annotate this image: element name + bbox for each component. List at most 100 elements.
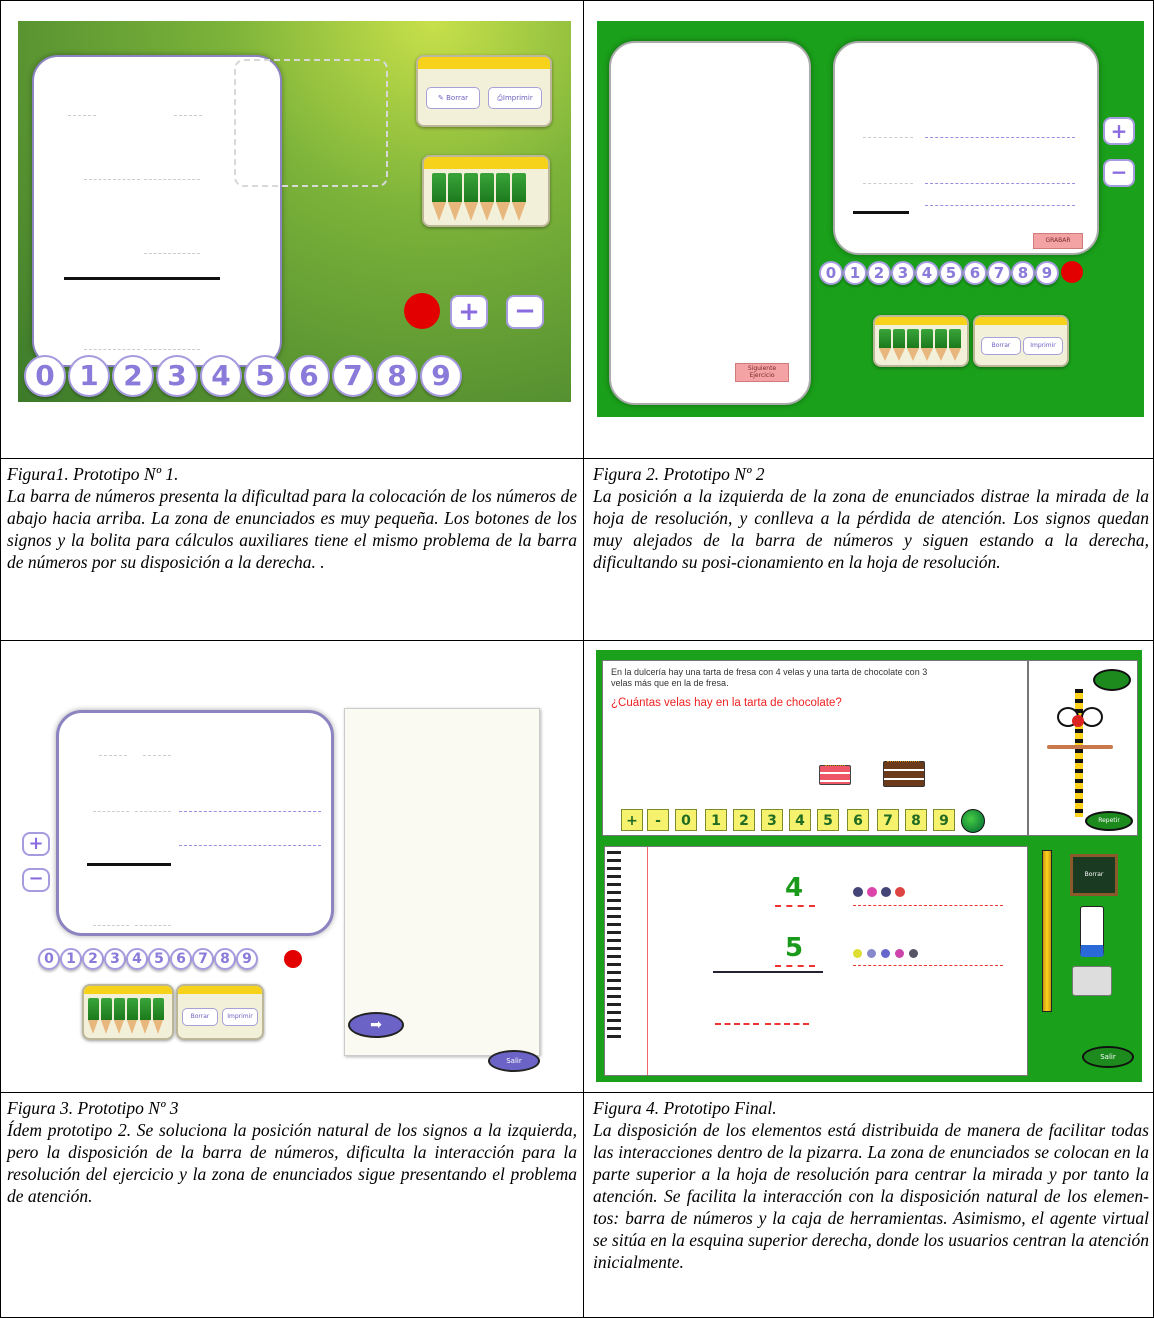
figure-3-caption: Figura 3. Prototipo Nº 3 Ídem prototipo … xyxy=(7,1097,577,1207)
number-3[interactable]: 3 xyxy=(156,355,198,397)
tool-panel: Borrar Imprimir xyxy=(176,984,264,1040)
next-arrow-button[interactable]: ➡ xyxy=(348,1012,404,1038)
number-2[interactable]: 2 xyxy=(867,261,891,285)
imprimir-button[interactable]: Imprimir xyxy=(1023,337,1063,355)
column-divider xyxy=(583,0,584,1318)
keypad: + - 0 1 2 3 4 5 6 7 8 9 xyxy=(621,809,1021,833)
figure-2-text: La posición a la izquierda de la zona de… xyxy=(593,486,1149,572)
speaker-button[interactable] xyxy=(1093,669,1131,691)
key-4[interactable]: 4 xyxy=(789,809,811,831)
number-4[interactable]: 4 xyxy=(200,355,242,397)
key-6[interactable]: 6 xyxy=(847,809,869,831)
right-arrow-icon: ➡ xyxy=(370,1017,382,1033)
number-5[interactable]: 5 xyxy=(244,355,286,397)
imprimir-button[interactable]: ⎙Imprimir xyxy=(488,87,542,109)
pencils-icon[interactable] xyxy=(432,173,526,221)
borrar-button[interactable]: Borrar xyxy=(981,337,1021,355)
pencils-icon[interactable] xyxy=(88,998,164,1034)
number-1[interactable]: 1 xyxy=(60,948,82,970)
agent-eyes-icon xyxy=(1057,707,1103,727)
plus-button[interactable]: + xyxy=(450,295,488,329)
operand-1: 4 xyxy=(785,873,804,903)
number-bar: 0 1 2 3 4 5 6 7 8 9 xyxy=(38,948,308,972)
borrar-button[interactable]: ✎ Borrar xyxy=(426,87,480,109)
number-0[interactable]: 0 xyxy=(38,948,60,970)
figure-4-caption: Figura 4. Prototipo Final. La disposició… xyxy=(593,1097,1149,1273)
statement-area xyxy=(234,59,388,187)
number-8[interactable]: 8 xyxy=(214,948,236,970)
figure-1-screenshot: ✎ Borrar ⎙Imprimir + − 0 1 2 3 4 5 6 7 8… xyxy=(18,21,571,402)
notebook-spiral xyxy=(607,851,621,1041)
key-plus[interactable]: + xyxy=(621,809,643,831)
number-8[interactable]: 8 xyxy=(1011,261,1035,285)
auxiliary-ball[interactable] xyxy=(284,950,302,968)
number-bar: 0 1 2 3 4 5 6 7 8 9 xyxy=(819,261,1119,287)
number-9[interactable]: 9 xyxy=(420,355,462,397)
minus-button[interactable]: − xyxy=(506,295,544,329)
plus-button[interactable]: + xyxy=(22,832,50,856)
number-9[interactable]: 9 xyxy=(1035,261,1059,285)
imprimir-button[interactable]: Imprimir xyxy=(222,1008,258,1026)
repetir-button[interactable]: Repetir xyxy=(1085,811,1133,831)
statement-panel: En la dulcería hay una tarta de fresa co… xyxy=(602,660,1028,836)
figure-3-text: Ídem prototipo 2. Se soluciona la posici… xyxy=(7,1120,577,1206)
number-0[interactable]: 0 xyxy=(819,261,843,285)
printer-icon[interactable] xyxy=(1072,966,1112,996)
number-3[interactable]: 3 xyxy=(104,948,126,970)
number-4[interactable]: 4 xyxy=(126,948,148,970)
number-7[interactable]: 7 xyxy=(987,261,1011,285)
number-2[interactable]: 2 xyxy=(82,948,104,970)
key-5[interactable]: 5 xyxy=(817,809,839,831)
number-9[interactable]: 9 xyxy=(236,948,258,970)
borrar-chalkboard-button[interactable]: Borrar xyxy=(1070,854,1118,896)
figure-2-caption: Figura 2. Prototipo Nº 2 La posición a l… xyxy=(593,463,1149,573)
drawing-pencil-icon[interactable] xyxy=(1042,850,1052,1012)
number-1[interactable]: 1 xyxy=(843,261,867,285)
key-0[interactable]: 0 xyxy=(675,809,697,831)
figure-1-caption: Figura1. Prototipo Nº 1. La barra de núm… xyxy=(7,463,577,573)
pencil-panel xyxy=(422,155,550,227)
key-2[interactable]: 2 xyxy=(733,809,755,831)
pencils-icon[interactable] xyxy=(879,329,961,361)
number-2[interactable]: 2 xyxy=(112,355,154,397)
key-1[interactable]: 1 xyxy=(705,809,727,831)
auxiliary-ball[interactable] xyxy=(404,293,440,329)
number-6[interactable]: 6 xyxy=(170,948,192,970)
number-5[interactable]: 5 xyxy=(148,948,170,970)
key-minus[interactable]: - xyxy=(647,809,669,831)
minus-button[interactable]: − xyxy=(22,868,50,892)
dots-row-2 xyxy=(853,949,933,961)
number-0[interactable]: 0 xyxy=(24,355,66,397)
number-5[interactable]: 5 xyxy=(939,261,963,285)
number-7[interactable]: 7 xyxy=(332,355,374,397)
row-divider-2 xyxy=(0,640,1154,641)
salir-button[interactable]: Salir xyxy=(1082,1046,1134,1068)
figure-2-screenshot: Siguiente Ejercicio GRABAR + − 0 1 2 3 4… xyxy=(597,21,1144,417)
agent-panel: Repetir xyxy=(1028,660,1138,836)
salir-button[interactable]: Salir xyxy=(488,1050,540,1072)
number-3[interactable]: 3 xyxy=(891,261,915,285)
strawberry-cake-icon xyxy=(819,765,851,785)
number-7[interactable]: 7 xyxy=(192,948,214,970)
auxiliary-ball[interactable] xyxy=(1061,261,1083,283)
key-8[interactable]: 8 xyxy=(905,809,927,831)
key-9[interactable]: 9 xyxy=(933,809,955,831)
grabar-button[interactable]: GRABAR xyxy=(1033,233,1083,249)
auxiliary-ball[interactable] xyxy=(961,809,985,833)
minus-button[interactable]: − xyxy=(1103,159,1135,187)
key-7[interactable]: 7 xyxy=(877,809,899,831)
key-3[interactable]: 3 xyxy=(761,809,783,831)
number-4[interactable]: 4 xyxy=(915,261,939,285)
number-1[interactable]: 1 xyxy=(68,355,110,397)
plus-button[interactable]: + xyxy=(1103,117,1135,145)
eraser-icon[interactable] xyxy=(1080,906,1104,957)
siguiente-ejercicio-button[interactable]: Siguiente Ejercicio xyxy=(735,363,789,382)
borrar-button[interactable]: Borrar xyxy=(182,1008,218,1026)
number-6[interactable]: 6 xyxy=(963,261,987,285)
figure-3-screenshot: + − 0 1 2 3 4 5 6 7 8 9 Borrar Imprimir … xyxy=(18,656,571,1077)
number-bar: 0 1 2 3 4 5 6 7 8 9 xyxy=(24,355,494,399)
number-6[interactable]: 6 xyxy=(288,355,330,397)
figure-1-title: Figura1. Prototipo Nº 1. xyxy=(7,464,179,484)
chocolate-cake-icon xyxy=(883,761,925,787)
number-8[interactable]: 8 xyxy=(376,355,418,397)
